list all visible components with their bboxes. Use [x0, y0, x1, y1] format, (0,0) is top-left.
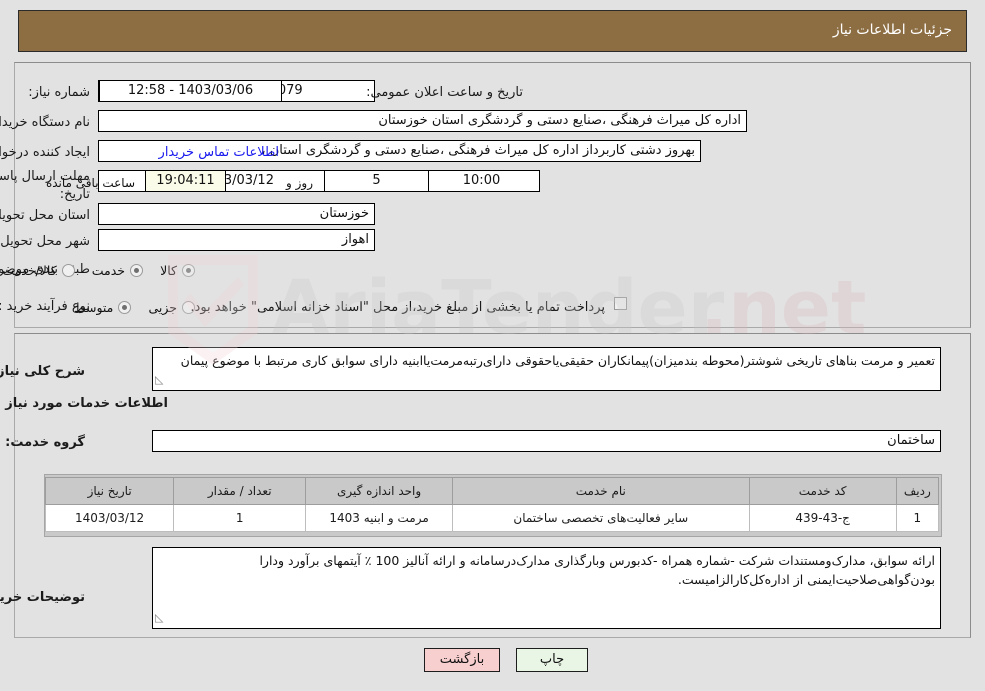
- radio-process-motevaset-label: متوسط: [74, 300, 114, 315]
- print-button[interactable]: چاپ: [516, 648, 588, 672]
- back-button[interactable]: بازگشت: [424, 648, 500, 672]
- cell-service-code: ج-43-439: [748, 504, 897, 532]
- cell-service-name: سایر فعالیت‌های تخصصی ساختمان: [451, 504, 750, 532]
- delivery-province-label: استان محل تحویل:: [0, 208, 90, 223]
- cell-row-no: 1: [895, 504, 940, 532]
- radio-category-kala-khedmat-label: کالا/خدمت: [2, 263, 57, 278]
- delivery-city-value: اهواز: [98, 229, 375, 251]
- announce-datetime-value: 1403/03/06 - 12:58: [99, 80, 282, 102]
- services-table: ردیف کد خدمت نام خدمت واحد اندازه گیری ت…: [44, 477, 940, 532]
- need-number-label: شماره نیاز:: [28, 85, 90, 100]
- services-table-head: ردیف کد خدمت نام خدمت واحد اندازه گیری ت…: [44, 477, 940, 505]
- requester-label: ایجاد کننده درخواست:: [0, 145, 90, 160]
- services-table-container: ردیف کد خدمت نام خدمت واحد اندازه گیری ت…: [44, 474, 942, 537]
- general-description-label: شرح کلی نیاز:: [0, 364, 85, 379]
- buyer-notes-label: توضیحات خریدار:: [0, 590, 85, 605]
- cell-need-date: 1403/03/12: [44, 504, 175, 532]
- col-service-name: نام خدمت: [451, 477, 750, 505]
- radio-category-khedmat-label: خدمت: [91, 263, 126, 278]
- service-group-value: ساختمان: [152, 430, 941, 452]
- cell-unit: مرمت و ابنیه 1403: [305, 504, 453, 532]
- days-and-label: روز و: [286, 176, 313, 190]
- delivery-city-label: شهر محل تحویل:: [0, 234, 90, 249]
- buyer-notes-text: ارائه سوابق، مدارک‌ومستندات شرکت -شماره …: [259, 553, 935, 587]
- radio-category-kala-label: کالا: [160, 263, 177, 278]
- resize-handle-icon-2[interactable]: ◿: [155, 608, 163, 627]
- services-section-heading: اطلاعات خدمات مورد نیاز: [5, 396, 168, 411]
- page-root: جزئیات اطلاعات نیاز AriaTender .net شمار…: [0, 0, 985, 691]
- col-need-date: تاریخ نیاز: [44, 477, 175, 505]
- countdown-timer-value: 19:04:11: [145, 170, 226, 192]
- hour-value: 10:00: [423, 170, 540, 192]
- general-description-text: تعمیر و مرمت بناهای تاریخی شوشتر(محوطه ب…: [180, 353, 935, 368]
- table-row: 1 ج-43-439 سایر فعالیت‌های تخصصی ساختمان…: [44, 504, 940, 532]
- announce-datetime-label: تاریخ و ساعت اعلان عمومی:: [366, 85, 523, 100]
- page-title: جزئیات اطلاعات نیاز: [832, 22, 952, 38]
- remaining-hours-label: ساعت باقی مانده: [46, 174, 135, 192]
- category-radio-group: کالا خدمت کالا/خدمت: [0, 260, 195, 279]
- buyer-org-value: اداره کل میراث فرهنگی ،صنایع دستی و گردش…: [98, 110, 747, 132]
- table-header-row: ردیف کد خدمت نام خدمت واحد اندازه گیری ت…: [44, 477, 940, 505]
- radio-category-kala[interactable]: [182, 264, 195, 277]
- col-service-code: کد خدمت: [748, 477, 897, 505]
- radio-category-khedmat[interactable]: [130, 264, 144, 277]
- treasury-bond-label: پرداخت تمام یا بخشی از مبلغ خرید،از محل …: [190, 300, 605, 315]
- cell-quantity: 1: [173, 504, 307, 532]
- col-quantity: تعداد / مقدار: [173, 477, 307, 505]
- treasury-bond-checkbox[interactable]: [614, 297, 627, 310]
- col-row-no: ردیف: [895, 477, 940, 505]
- buyer-org-label: نام دستگاه خریدار:: [0, 115, 90, 130]
- buyer-notes-textarea[interactable]: ارائه سوابق، مدارک‌ومستندات شرکت -شماره …: [152, 547, 941, 629]
- page-header-bar: جزئیات اطلاعات نیاز: [18, 10, 967, 52]
- days-remaining-value: 5: [324, 170, 429, 192]
- radio-category-kala-khedmat[interactable]: [61, 264, 75, 277]
- service-group-label: گروه خدمت:: [5, 435, 85, 450]
- resize-handle-icon[interactable]: ◿: [155, 370, 163, 389]
- buyer-contact-link[interactable]: اطلاعات تماس خریدار: [159, 144, 279, 162]
- general-description-textarea[interactable]: تعمیر و مرمت بناهای تاریخی شوشتر(محوطه ب…: [152, 347, 941, 391]
- col-unit: واحد اندازه گیری: [305, 477, 453, 505]
- delivery-province-value: خوزستان: [98, 203, 375, 225]
- services-table-body: 1 ج-43-439 سایر فعالیت‌های تخصصی ساختمان…: [44, 504, 940, 532]
